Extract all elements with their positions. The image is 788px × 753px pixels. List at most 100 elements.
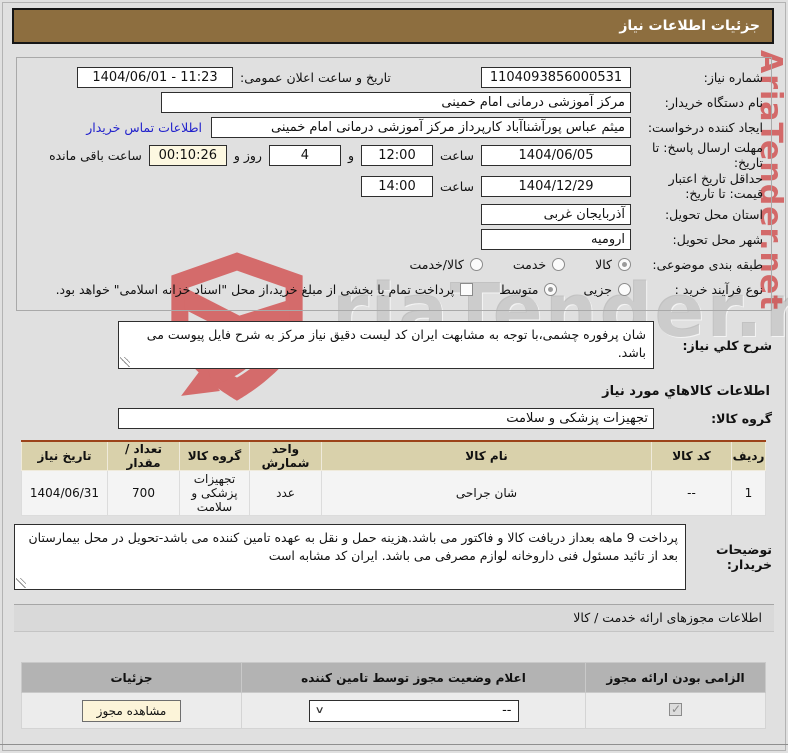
- need-description-text: شان پرفوره چشمی،با توجه به مشابهت ایران …: [146, 327, 646, 361]
- reply-deadline-hour-label: ساعت: [439, 147, 474, 163]
- treasury-payment-label: پرداخت تمام یا بخشی از مبلغ خرید،از محل …: [55, 281, 455, 297]
- announce-datetime-label: تاریخ و ساعت اعلان عمومی:: [240, 69, 391, 85]
- category-option-goods[interactable]: کالا: [595, 257, 631, 272]
- request-creator-field[interactable]: میثم عباس پورآشناآباد کارپرداز مرکز آموز…: [211, 116, 631, 138]
- reply-deadline-hour-field[interactable]: 12:00: [360, 144, 433, 166]
- license-section-title: اطلاعات مجوزهای ارائه خدمت / کالا: [573, 610, 762, 625]
- col-license-required: الزامی بودن ارائه مجوز: [585, 662, 766, 693]
- row-price-validity: حداقل تاریخ اعتبار قیمت: تا تاریخ: 1404/…: [25, 171, 763, 201]
- col-group: گروه کالا: [179, 441, 250, 471]
- need-description-row: شرح کلي نیاز: شان پرفوره چشمی،با توجه به…: [118, 321, 772, 369]
- option-label: خدمت: [512, 256, 547, 272]
- col-item-name: نام کالا: [321, 441, 652, 471]
- category-option-service[interactable]: خدمت: [512, 256, 566, 272]
- license-section-header: اطلاعات مجوزهای ارائه خدمت / کالا: [14, 604, 774, 632]
- buyer-contact-link[interactable]: اطلاعات تماس خریدار: [86, 120, 202, 135]
- row-purchase-type: نوع فرآیند خرید : جزیی متوسط پرداخت تمام…: [25, 277, 763, 301]
- price-validity-label: حداقل تاریخ اعتبار قیمت: تا تاریخ:: [668, 171, 763, 201]
- col-quantity: تعداد / مقدار: [107, 441, 180, 471]
- city-label: شهر محل تحویل:: [672, 231, 763, 247]
- days-and-label: روز و: [233, 147, 262, 163]
- col-unit: واحد شمارش: [249, 441, 322, 471]
- row-request-creator: ایجاد کننده درخواست: میثم عباس پورآشناآب…: [25, 115, 763, 139]
- radio-icon[interactable]: [618, 282, 631, 296]
- province-field[interactable]: آذربایجان غربی: [481, 203, 631, 225]
- goods-group-label: گروه کالا:: [711, 411, 772, 426]
- option-label: جزیی: [583, 281, 612, 297]
- row-province: استان محل تحویل: آذربایجان غربی: [25, 202, 763, 226]
- option-label: کالا/خدمت: [409, 256, 464, 272]
- reply-deadline-days-field[interactable]: 4: [268, 144, 341, 166]
- license-status-value: --: [502, 703, 512, 718]
- goods-section-title: اطلاعات کالاهاي مورد نیاز: [602, 384, 770, 399]
- goods-table-row: 1 -- شان جراحی عدد تجهیزات پزشکی و سلامت…: [21, 470, 766, 516]
- license-table-header-row: الزامی بودن ارائه مجوز اعلام وضعیت مجوز …: [21, 662, 766, 693]
- buyer-org-label: نام دستگاه خریدار:: [664, 94, 763, 110]
- radio-icon[interactable]: [552, 257, 566, 271]
- need-description-label: شرح کلي نیاز:: [682, 337, 772, 353]
- need-info-panel: شماره نیاز: 1104093856000531 تاریخ و ساع…: [16, 57, 772, 311]
- col-license-details: جزئیات: [21, 662, 242, 693]
- need-number-field[interactable]: 1104093856000531: [481, 66, 631, 88]
- need-description-textarea[interactable]: شان پرفوره چشمی،با توجه به مشابهت ایران …: [118, 321, 654, 369]
- cell-row-index: 1: [731, 470, 766, 516]
- announce-datetime-field[interactable]: 1404/06/01 - 11:23: [77, 66, 233, 88]
- license-status-select[interactable]: -- ∨: [308, 699, 519, 722]
- goods-table: ردیف کد کالا نام کالا واحد شمارش گروه کا…: [21, 440, 766, 516]
- resize-grip-icon[interactable]: [120, 357, 130, 367]
- need-details-page: riaTender.net AriaTender.net جزئیات اطلا…: [0, 0, 788, 753]
- checkbox-icon[interactable]: [460, 282, 474, 296]
- cell-need-date: 1404/06/31: [21, 470, 108, 516]
- hours-remaining-label: ساعت باقی مانده: [49, 147, 142, 163]
- page-title: جزئیات اطلاعات نیاز: [619, 18, 760, 34]
- radio-icon[interactable]: [618, 257, 631, 271]
- cell-license-required: [585, 692, 766, 729]
- resize-grip-icon[interactable]: [16, 578, 26, 588]
- buyer-org-field[interactable]: مرکز آموزشی درمانی امام خمینی: [161, 91, 631, 113]
- treasury-payment-checkbox[interactable]: پرداخت تمام یا بخشی از مبلغ خرید،از محل …: [56, 282, 474, 297]
- price-validity-hour-label: ساعت: [439, 178, 474, 194]
- buyer-notes-label: توضیحات خریدار:: [716, 542, 772, 572]
- option-label: کالا: [595, 256, 612, 272]
- buyer-notes-text: پرداخت 9 ماهه بعداز دریافت کالا و فاکتور…: [28, 530, 678, 564]
- col-license-status: اعلام وضعیت مجوز توسط تامین کننده: [241, 662, 586, 693]
- price-validity-date-field[interactable]: 1404/12/29: [481, 175, 631, 197]
- purchase-type-label: نوع فرآیند خرید :: [674, 281, 763, 297]
- category-option-goods-service[interactable]: کالا/خدمت: [409, 256, 483, 272]
- license-table-row: -- ∨ مشاهده مجوز: [21, 692, 766, 729]
- goods-group-field[interactable]: تجهیزات پزشکی و سلامت: [118, 408, 654, 429]
- request-creator-label: ایجاد کننده درخواست:: [647, 119, 763, 135]
- city-field[interactable]: ارومیه: [481, 228, 631, 250]
- need-number-label: شماره نیاز:: [703, 69, 763, 85]
- goods-table-header-row: ردیف کد کالا نام کالا واحد شمارش گروه کا…: [21, 441, 766, 471]
- col-item-code: کد کالا: [651, 441, 732, 471]
- and-label: و: [347, 147, 354, 163]
- reply-deadline-date-field[interactable]: 1404/06/05: [481, 144, 631, 166]
- cell-unit: عدد: [249, 470, 322, 516]
- goods-group-row: گروه کالا: تجهیزات پزشکی و سلامت: [118, 408, 772, 429]
- reply-deadline-label: مهلت ارسال پاسخ: تا تاریخ:: [652, 140, 763, 170]
- col-row-index: ردیف: [731, 441, 766, 471]
- purchase-type-option-medium[interactable]: متوسط: [499, 282, 558, 297]
- buyer-notes-row: توضیحات خریدار: پرداخت 9 ماهه بعداز دریا…: [14, 524, 772, 590]
- cell-item-name: شان جراحی: [321, 470, 652, 516]
- radio-icon[interactable]: [469, 257, 483, 271]
- purchase-type-option-minor[interactable]: جزیی: [583, 282, 631, 297]
- row-buyer-org: نام دستگاه خریدار: مرکز آموزشی درمانی ام…: [25, 90, 763, 114]
- row-need-number: شماره نیاز: 1104093856000531 تاریخ و ساع…: [25, 65, 763, 89]
- row-category: طبقه بندی موضوعی: کالا خدمت کالا/خدمت: [25, 252, 763, 276]
- chevron-down-icon: ∨: [314, 705, 325, 716]
- cell-license-details: مشاهده مجوز: [21, 692, 242, 729]
- price-validity-hour-field[interactable]: 14:00: [360, 175, 433, 197]
- view-license-button[interactable]: مشاهده مجوز: [81, 699, 182, 722]
- license-required-checkbox-icon: [669, 702, 682, 716]
- radio-icon[interactable]: [544, 282, 558, 296]
- countdown-timer: 00:10:26: [148, 144, 227, 166]
- buyer-notes-textarea[interactable]: پرداخت 9 ماهه بعداز دریافت کالا و فاکتور…: [14, 524, 686, 590]
- cell-license-status: -- ∨: [241, 692, 586, 729]
- license-table: الزامی بودن ارائه مجوز اعلام وضعیت مجوز …: [21, 662, 766, 729]
- cell-item-code: --: [651, 470, 732, 516]
- category-label: طبقه بندی موضوعی:: [652, 256, 763, 272]
- cell-quantity: 700: [107, 470, 180, 516]
- page-title-bar: جزئیات اطلاعات نیاز: [12, 8, 774, 44]
